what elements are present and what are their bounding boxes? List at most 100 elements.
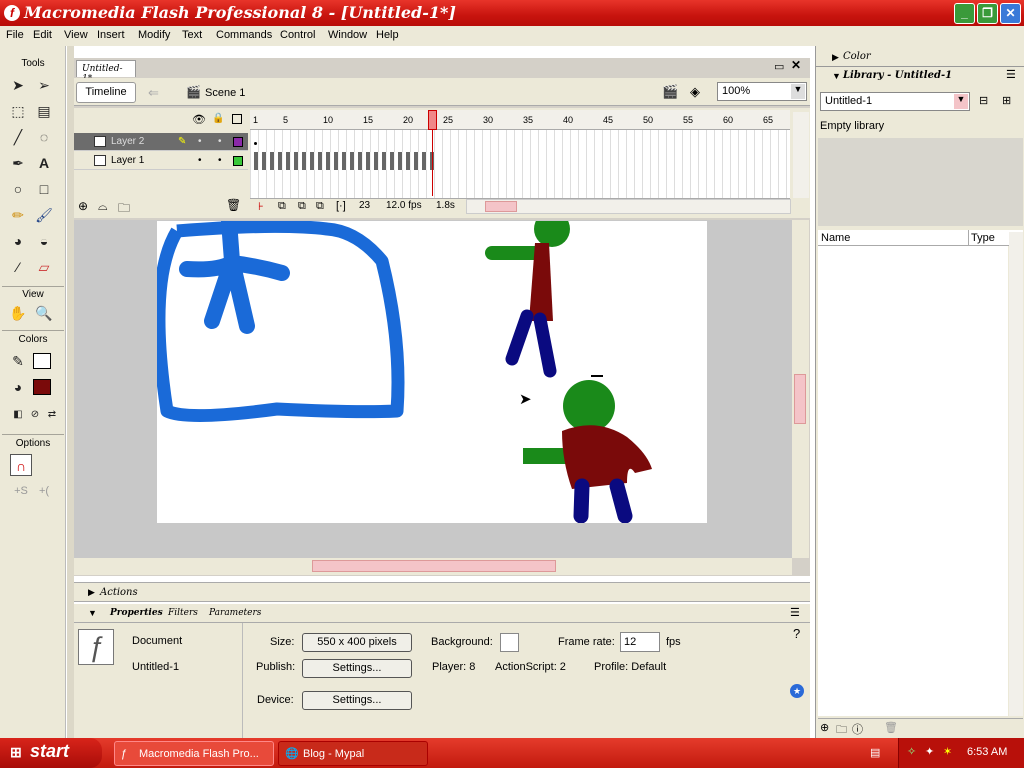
brush-tool-icon[interactable]: 🖌 [33,204,55,226]
eye-icon[interactable]: 👁 [192,113,206,126]
eraser-tool-icon[interactable]: ▱ [33,256,55,278]
taskbar-item-blog[interactable]: 🌐 Blog - Mypal [278,741,428,766]
tab-filters[interactable]: Filters [168,608,198,618]
visible-dot[interactable]: • [198,133,202,151]
background-color-swatch[interactable] [500,633,519,652]
start-button[interactable]: ⊞ start [0,738,102,768]
delete-icon[interactable]: 🗑 [884,721,898,734]
size-button[interactable]: 550 x 400 pixels [302,633,412,652]
flash-app-icon[interactable]: f [4,5,20,21]
library-title[interactable]: Library - Untitled-1 [843,70,952,81]
new-symbol-icon[interactable]: ⊕ [820,721,829,734]
lasso-tool-icon[interactable]: ◌ [33,126,55,148]
edit-scene-icon[interactable]: 🎬 [662,84,678,100]
text-tool-icon[interactable]: A [33,152,55,174]
panel-menu-icon[interactable]: ☰ [790,606,800,619]
scroll-thumb[interactable] [485,201,517,212]
menu-file[interactable]: File [6,29,24,41]
center-frame-icon[interactable]: ⊦ [258,200,264,213]
visible-dot[interactable]: • [198,152,202,170]
onion-markers-icon[interactable]: [·] [336,200,346,212]
layer-row[interactable]: Layer 1 • • [74,152,248,170]
help-icon[interactable]: ? [793,626,800,641]
library-list[interactable] [818,246,1008,716]
oval-tool-icon[interactable]: ○ [7,178,29,200]
actions-panel-header[interactable]: ▶ Actions [74,582,810,602]
doc-close-icon[interactable]: ✕ [791,58,801,72]
menu-text[interactable]: Text [182,29,202,41]
menu-modify[interactable]: Modify [138,29,170,41]
panel-menu-icon[interactable]: ☰ [1006,68,1016,81]
motion-guide-icon[interactable]: ⌓ [98,199,108,214]
layer-color-box[interactable] [233,137,243,147]
expand-arrow-icon[interactable]: ▶ [88,587,95,598]
edit-symbols-icon[interactable]: ◈ [690,84,700,100]
outline-icon[interactable] [232,114,242,124]
layer-color-box[interactable] [233,156,243,166]
tray-app-icon[interactable]: ✦ [925,745,934,758]
close-button[interactable]: ✕ [1000,3,1021,24]
playhead[interactable] [428,110,437,130]
chevron-down-icon[interactable]: ▼ [791,84,805,99]
trash-icon[interactable]: 🗑 [226,198,241,212]
free-transform-icon[interactable]: ⬚ [7,100,29,122]
frame-rate-input[interactable]: 12 [620,632,660,652]
insert-folder-icon[interactable]: 🗀 [118,199,130,220]
keyframe-strip[interactable] [254,152,436,170]
zoom-tool-icon[interactable]: 🔍 [33,302,55,324]
stroke-color-swatch[interactable] [33,353,51,369]
collapse-arrow-icon[interactable]: ▼ [832,71,841,81]
timeline-vscroll[interactable] [793,112,809,198]
color-panel-title[interactable]: Color [843,51,871,62]
eyedropper-icon[interactable]: ⁄ [7,256,29,278]
lock-dot[interactable]: • [218,133,222,151]
restore-button[interactable]: ❐ [977,3,998,24]
tab-properties[interactable]: Properties [110,608,163,618]
arrow-tool-icon[interactable]: ➤ [7,74,29,96]
new-library-panel-icon[interactable]: ⊞ [1002,94,1011,107]
doc-minimize-icon[interactable]: ▭ [774,60,784,73]
menu-view[interactable]: View [64,29,88,41]
taskbar-item-flash[interactable]: ƒ Macromedia Flash Pro... [114,741,274,766]
layer-name[interactable]: Layer 1 [111,155,144,166]
straighten-icon[interactable]: +( [33,480,55,502]
pencil-tool-icon[interactable]: ✏ [7,204,29,226]
pin-library-icon[interactable]: ⊟ [979,94,988,107]
panel-divider[interactable] [67,46,74,738]
collapse-arrow-icon[interactable]: ▼ [88,608,97,618]
tab-parameters[interactable]: Parameters [209,608,261,618]
document-tab[interactable]: Untitled-1* [76,60,136,84]
lock-icon[interactable]: 🔒 [212,113,224,124]
layer-row[interactable]: Layer 2 ✎ • • [74,133,248,151]
menu-help[interactable]: Help [376,29,399,41]
menu-window[interactable]: Window [328,29,367,41]
onion-skin-icon[interactable]: ⧉ [278,200,286,213]
rectangle-tool-icon[interactable]: □ [33,178,55,200]
edit-multiple-icon[interactable]: ⧉ [316,200,324,213]
col-name[interactable]: Name [821,232,850,244]
snap-magnet-icon[interactable]: ∩ [10,454,32,476]
subselect-tool-icon[interactable]: ➢ [33,74,55,96]
menu-insert[interactable]: Insert [97,29,125,41]
tray-app-icon[interactable]: ✶ [943,745,952,758]
keyboard-icon[interactable]: ▤ [870,746,880,759]
pen-tool-icon[interactable]: ✒ [7,152,29,174]
col-type[interactable]: Type [971,232,995,244]
back-arrow-icon[interactable]: ⇐ [148,85,159,101]
chevron-down-icon[interactable]: ▼ [954,94,968,109]
publish-settings-button[interactable]: Settings... [302,659,412,678]
library-select[interactable]: Untitled-1 ▼ [820,92,970,111]
layer-name[interactable]: Layer 2 [111,136,144,147]
zoom-select[interactable]: 100% ▼ [717,82,807,101]
insert-layer-icon[interactable]: ⊕ [78,199,88,213]
keyframe-dot[interactable] [254,142,257,145]
menu-control[interactable]: Control [280,29,315,41]
stage-hscroll[interactable] [74,558,792,575]
lock-dot[interactable]: • [218,152,222,170]
swap-colors-icon[interactable]: ⇄ [41,404,63,426]
scroll-thumb[interactable] [312,560,556,572]
gradient-transform-icon[interactable]: ▤ [33,100,55,122]
scene-label[interactable]: Scene 1 [205,87,245,99]
onion-outline-icon[interactable]: ⧉ [298,200,306,213]
timeline-hscroll[interactable] [466,199,791,214]
